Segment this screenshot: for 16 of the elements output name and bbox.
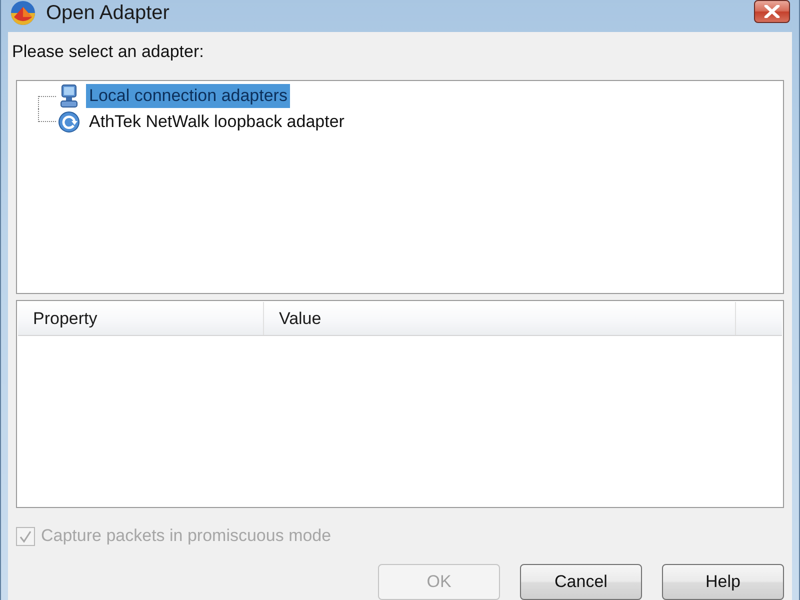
prompt-label: Please select an adapter: [12, 41, 204, 63]
tree-item[interactable]: AthTek NetWalk loopback adapter [86, 110, 348, 134]
close-icon [764, 4, 780, 18]
close-button[interactable] [754, 0, 790, 22]
column-header[interactable]: Value [264, 302, 736, 335]
computer-icon [58, 84, 80, 108]
window-title: Open Adapter [46, 1, 170, 25]
column-header[interactable]: Property [18, 302, 264, 335]
tree-item[interactable]: Local connection adapters [86, 84, 290, 108]
tree-connector-line [38, 109, 56, 122]
checkmark-icon [19, 530, 32, 542]
app-logo-icon [10, 0, 36, 26]
dialog-button[interactable]: Help [662, 564, 784, 600]
checkbox-label: Capture packets in promiscuous mode [41, 526, 332, 546]
tree-connector-line [38, 96, 56, 109]
dialog-button[interactable]: Cancel [520, 564, 642, 600]
